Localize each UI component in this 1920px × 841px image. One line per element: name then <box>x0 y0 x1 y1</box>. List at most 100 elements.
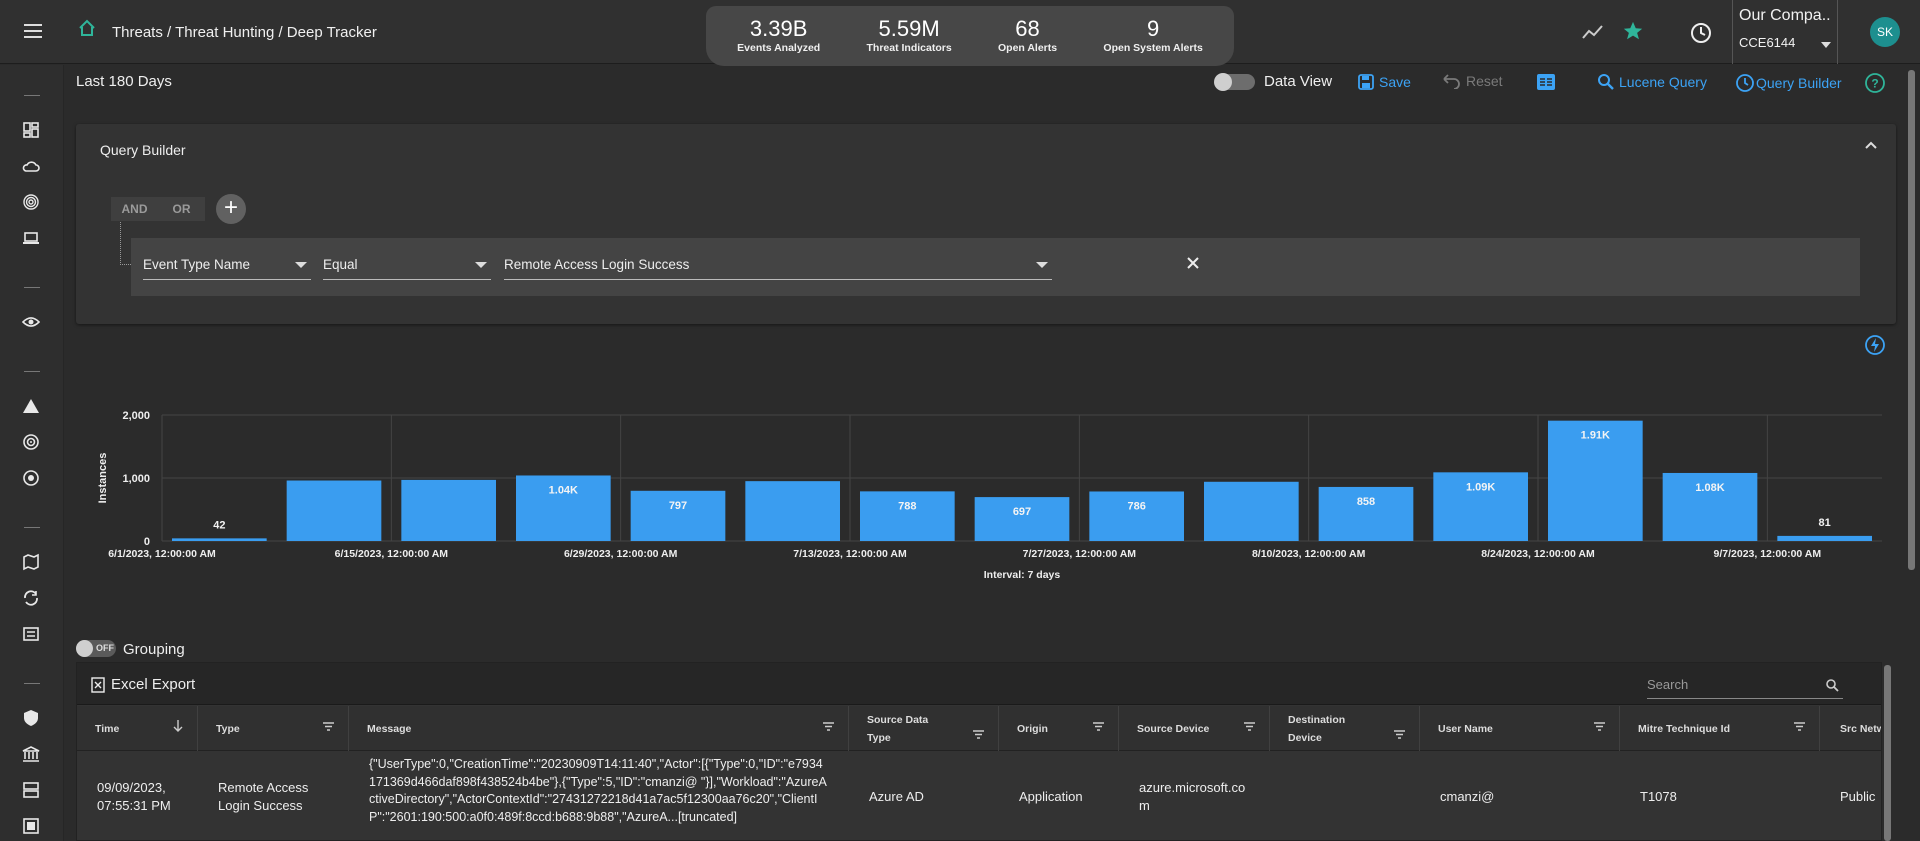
table-search-input[interactable]: Search <box>1647 671 1843 699</box>
field-value: Event Type Name <box>143 257 251 272</box>
filter-icon[interactable] <box>323 722 334 731</box>
x-tick-label: 7/13/2023, 12:00:00 AM <box>793 548 907 560</box>
detail-view-button[interactable] <box>1536 72 1556 92</box>
and-option[interactable]: AND <box>111 197 158 221</box>
breadcrumb[interactable]: Threats / Threat Hunting / Deep Tracker <box>112 24 377 41</box>
help-icon[interactable]: ? <box>1864 72 1886 94</box>
x-axis-label: Interval: 7 days <box>984 569 1061 581</box>
refresh-bolt-icon[interactable] <box>1864 334 1886 356</box>
company-selector[interactable]: Our Compa... CCE6144 <box>1732 0 1838 64</box>
field-select[interactable]: Event Type Name <box>143 248 311 280</box>
stat-events-analyzed[interactable]: 3.39B Events Analyzed <box>737 18 820 54</box>
cell-origin: Application <box>1019 788 1083 804</box>
value-select[interactable]: Remote Access Login Success <box>504 248 1052 280</box>
bar <box>860 491 955 541</box>
lucene-query-button[interactable]: Lucene Query <box>1597 73 1707 91</box>
filter-icon[interactable] <box>973 730 984 739</box>
x-tick-label: 6/15/2023, 12:00:00 AM <box>335 548 449 560</box>
cell-user-name: cmanzi@ <box>1440 788 1495 804</box>
radar-icon[interactable] <box>22 433 40 451</box>
list-icon[interactable] <box>22 625 40 643</box>
bar <box>172 538 267 541</box>
target-icon[interactable] <box>22 469 40 487</box>
sort-down-icon[interactable] <box>173 719 183 733</box>
and-or-switch[interactable]: AND OR <box>111 197 205 221</box>
report-icon[interactable] <box>22 817 40 835</box>
shield-icon[interactable] <box>22 709 40 727</box>
filter-icon[interactable] <box>823 722 834 731</box>
data-view-toggle[interactable] <box>1214 73 1255 91</box>
y-tick-label: 2,000 <box>122 410 150 422</box>
grouping-label: Grouping <box>123 641 185 658</box>
col-header-user-name[interactable]: User Name <box>1420 706 1620 751</box>
col-header-source-device[interactable]: Source Device <box>1119 706 1270 751</box>
reset-button[interactable]: Reset <box>1442 73 1503 89</box>
undo-icon <box>1443 74 1460 89</box>
table-row[interactable]: 09/09/2023, 07:55:31 PM Remote Access Lo… <box>77 751 1881 840</box>
cloud-icon[interactable] <box>22 157 40 175</box>
col-header-source-data-type[interactable]: Source Data Type <box>849 706 999 751</box>
operator-select[interactable]: Equal <box>323 248 491 280</box>
bar <box>401 479 496 541</box>
event-histogram: 0 1,000 2,000 Instances 42 1.04K 797 788 697 786 8… <box>70 395 1890 595</box>
bar <box>1777 535 1872 541</box>
query-builder-button[interactable]: Query Builder <box>1735 73 1842 93</box>
bar-value-label: 786 <box>1127 500 1145 512</box>
col-header-src-network[interactable]: Src Netwo <box>1820 706 1881 751</box>
clock-icon[interactable] <box>1690 22 1712 44</box>
page-scrollbar[interactable] <box>1908 70 1915 570</box>
table-header-row: Time Type Message Source Data Type Origi… <box>77 706 1881 751</box>
sync-icon[interactable] <box>22 589 40 607</box>
query-rule: Event Type Name Equal Remote Access Logi… <box>131 238 1860 296</box>
remove-rule-icon[interactable] <box>1185 255 1201 271</box>
stat-open-alerts[interactable]: 68 Open Alerts <box>998 18 1057 54</box>
x-tick-label: 6/29/2023, 12:00:00 AM <box>564 548 678 560</box>
dashboard-icon[interactable] <box>22 121 40 139</box>
bar <box>1204 481 1299 541</box>
chevron-down-icon <box>1821 42 1831 48</box>
hamburger-menu-icon[interactable] <box>22 20 44 42</box>
toggle-knob <box>1214 73 1232 91</box>
col-header-destination-device[interactable]: Destination Device <box>1270 706 1420 751</box>
laptop-icon[interactable] <box>22 229 40 247</box>
table-scrollbar[interactable] <box>1884 665 1891 841</box>
filter-icon[interactable] <box>1093 722 1104 731</box>
star-icon[interactable] <box>1622 20 1644 42</box>
or-option[interactable]: OR <box>158 197 205 221</box>
server-icon[interactable] <box>22 781 40 799</box>
col-header-mitre-technique-id[interactable]: Mitre Technique Id <box>1620 706 1820 751</box>
stat-value: 68 <box>1015 16 1040 42</box>
col-header-type[interactable]: Type <box>198 706 349 751</box>
filter-icon[interactable] <box>1244 722 1255 731</box>
eye-icon[interactable] <box>22 313 40 331</box>
stat-threat-indicators[interactable]: 5.59M Threat Indicators <box>867 18 952 54</box>
excel-export-button[interactable]: Excel Export <box>91 676 195 693</box>
filter-icon[interactable] <box>1594 722 1605 731</box>
x-tick-label: 9/7/2023, 12:00:00 AM <box>1714 548 1822 560</box>
col-header-origin[interactable]: Origin <box>999 706 1119 751</box>
bank-icon[interactable] <box>22 745 40 763</box>
events-table: Excel Export Search Time Type Message So… <box>76 662 1882 841</box>
save-label: Save <box>1379 74 1411 90</box>
stat-label: Open Alerts <box>997 42 1058 55</box>
filter-icon[interactable] <box>1794 722 1805 731</box>
warning-icon[interactable] <box>22 397 40 415</box>
col-header-time[interactable]: Time <box>77 706 198 751</box>
grouping-toggle[interactable]: OFF <box>76 640 116 657</box>
time-range[interactable]: Last 180 Days <box>76 73 172 90</box>
stat-label: Open System Alerts <box>1103 42 1203 55</box>
save-button[interactable]: Save <box>1357 73 1411 91</box>
chevron-up-icon[interactable] <box>1864 138 1878 152</box>
trend-icon[interactable] <box>1582 24 1604 40</box>
col-header-label: Destination Device <box>1288 713 1346 744</box>
map-icon[interactable] <box>22 553 40 571</box>
fingerprint-icon[interactable] <box>22 193 40 211</box>
filter-icon[interactable] <box>1394 730 1405 739</box>
stat-open-system-alerts[interactable]: 9 Open System Alerts <box>1103 18 1202 54</box>
detail-view-icon <box>1537 74 1555 90</box>
bar-value-label: 1.09K <box>1466 481 1495 493</box>
home-icon[interactable] <box>78 19 96 37</box>
col-header-message[interactable]: Message <box>349 706 849 751</box>
add-rule-button[interactable]: + <box>216 194 246 224</box>
avatar[interactable]: SK <box>1870 17 1900 47</box>
